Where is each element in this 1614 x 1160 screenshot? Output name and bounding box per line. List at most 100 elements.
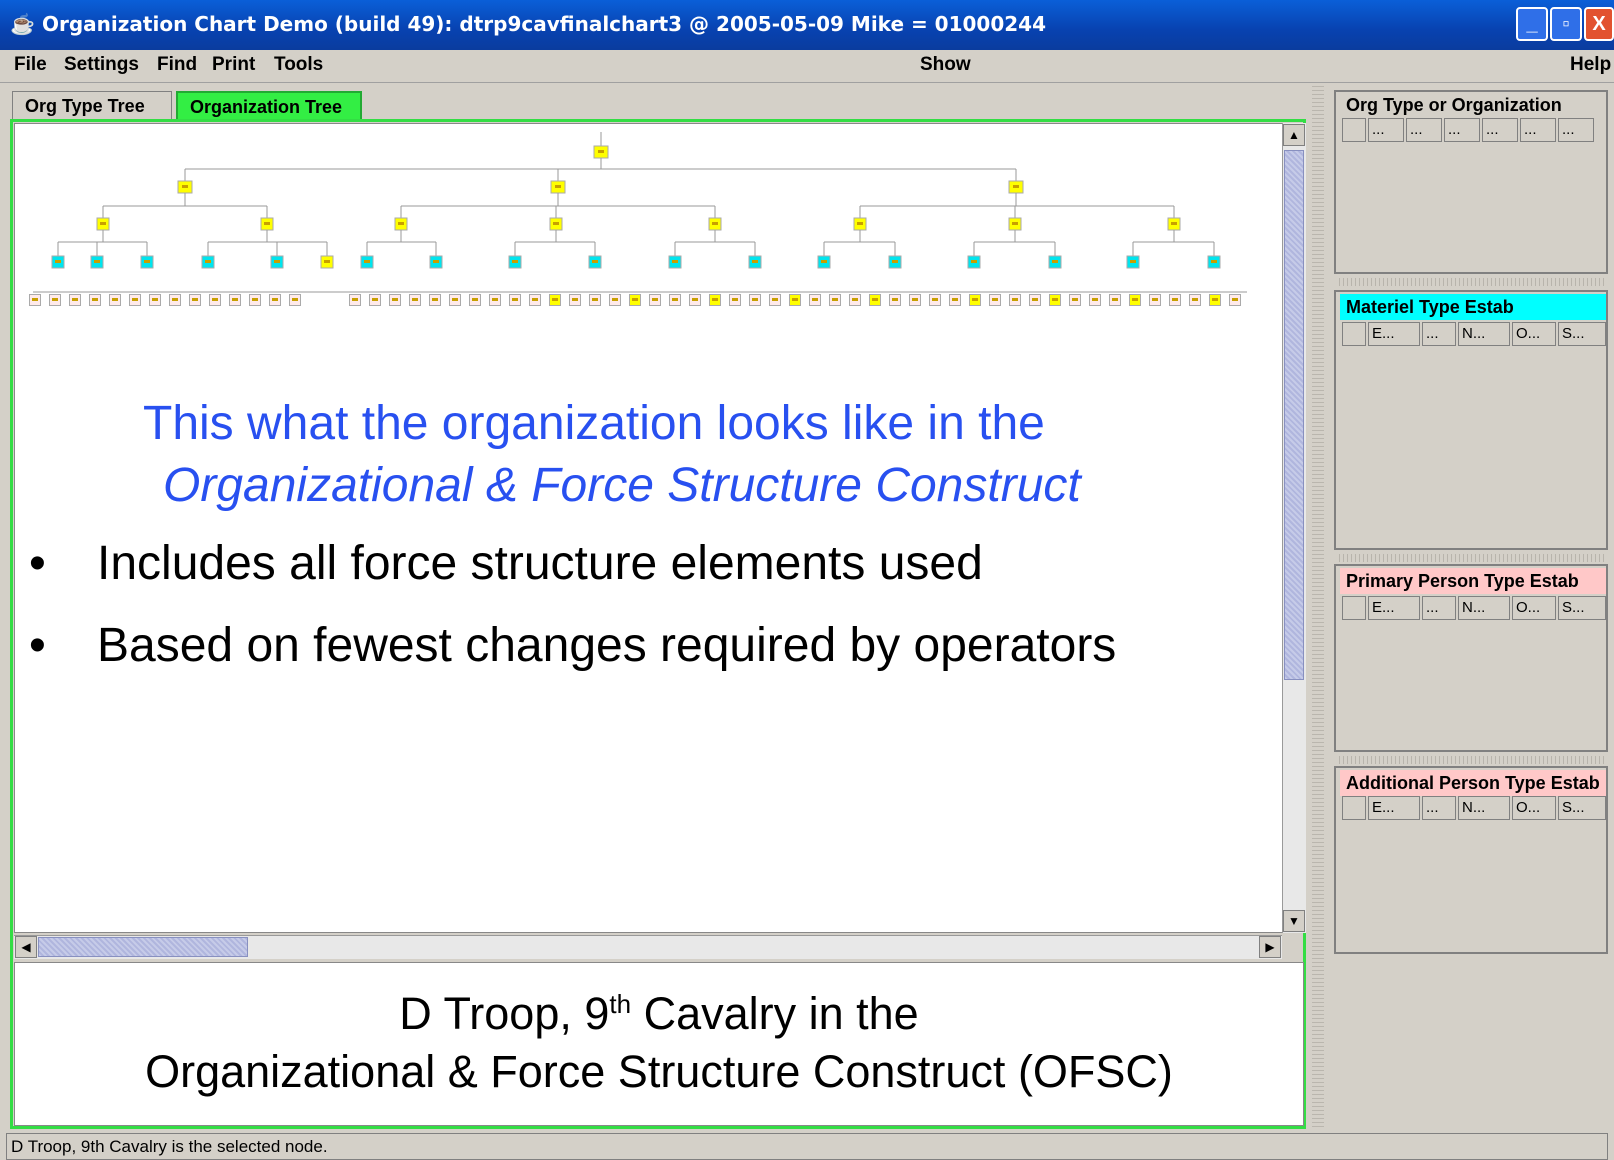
panel-title-additional-person-type-estab: Additional Person Type Estab [1340,770,1606,796]
org-tree-node-mark [264,222,270,225]
scroll-up-button[interactable]: ▲ [1283,124,1305,146]
org-tree-node-mark [832,298,838,301]
table-column-header[interactable]: ... [1368,118,1404,142]
org-tree-node-mark [1152,298,1158,301]
org-tree-node-mark [972,298,978,301]
table-column-header[interactable]: N... [1458,322,1510,346]
org-tree-node-mark [1052,260,1058,263]
table-column-header[interactable]: S... [1558,596,1606,620]
org-tree-node-mark [392,298,398,301]
menu-show[interactable]: Show [920,54,971,76]
org-tree-node-mark [553,222,559,225]
slide-heading-line1: This what the organization looks like in… [143,397,1045,450]
right-panel-splitter-3[interactable] [1336,756,1606,764]
org-tree-node-mark [1052,298,1058,301]
right-panel-splitter-1[interactable] [1336,278,1606,286]
table-column-header[interactable]: ... [1520,118,1556,142]
table-column-header[interactable] [1342,322,1366,346]
window-title-bar[interactable]: ☕ Organization Chart Demo (build 49): dt… [0,0,1614,50]
vertical-scroll-thumb[interactable] [1284,150,1304,680]
org-tree-node-mark [100,222,106,225]
org-tree-node-mark [72,298,78,301]
org-tree-node-mark [452,298,458,301]
minimize-button[interactable]: _ [1516,7,1548,41]
org-tree-node-mark [372,298,378,301]
org-tree-node-mark [324,260,330,263]
org-tree-node-mark [812,298,818,301]
org-tree-node-mark [492,298,498,301]
scroll-right-button[interactable]: ▶ [1259,936,1281,958]
menu-settings[interactable]: Settings [64,54,139,76]
split-pane-divider[interactable] [1312,84,1324,1130]
org-tree-node-mark [1212,298,1218,301]
right-panel-splitter-2[interactable] [1336,554,1606,562]
table-column-header[interactable]: ... [1422,322,1456,346]
menu-find[interactable]: Find [157,54,197,76]
org-tree-node-mark [352,298,358,301]
table-column-header[interactable]: N... [1458,596,1510,620]
menu-print[interactable]: Print [212,54,255,76]
table-column-header[interactable]: ... [1444,118,1480,142]
org-tree-node-mark [772,298,778,301]
org-tree-node-mark [132,298,138,301]
menu-help[interactable]: Help [1570,54,1611,76]
menu-tools[interactable]: Tools [274,54,323,76]
org-tree-node-mark [532,298,538,301]
org-tree-node-mark [1032,298,1038,301]
table-column-header[interactable]: ... [1422,796,1456,820]
table-column-header[interactable]: E... [1368,796,1420,820]
org-tree-node-mark [732,298,738,301]
org-tree-node-mark [1232,298,1238,301]
org-tree-node-mark [892,298,898,301]
table-column-header[interactable]: N... [1458,796,1510,820]
table-column-header[interactable]: ... [1406,118,1442,142]
org-tree-node-mark [632,298,638,301]
org-tree-node-mark [932,298,938,301]
org-chart-canvas[interactable]: This what the organization looks like in… [14,123,1286,933]
table-column-header[interactable] [1342,118,1366,142]
org-tree-node-mark [1211,260,1217,263]
table-column-header[interactable]: ... [1558,118,1594,142]
org-tree-node-mark [112,298,118,301]
tab-org-type-tree[interactable]: Org Type Tree [12,91,172,119]
org-tree-node-mark [1012,222,1018,225]
close-button[interactable]: X [1584,7,1614,41]
maximize-button[interactable]: ▫ [1550,7,1582,41]
org-tree-node-mark [52,298,58,301]
table-column-header[interactable]: O... [1512,596,1556,620]
org-tree-node-mark [552,298,558,301]
org-tree-node-mark [412,298,418,301]
org-tree-node-mark [555,185,561,188]
table-column-header[interactable]: E... [1368,596,1420,620]
table-column-header[interactable]: ... [1422,596,1456,620]
scroll-left-button[interactable]: ◀ [15,936,37,958]
table-column-header[interactable] [1342,796,1366,820]
org-tree-node-mark [752,298,758,301]
table-column-header[interactable] [1342,596,1366,620]
org-tree-node-mark [1012,298,1018,301]
table-column-header[interactable]: S... [1558,796,1606,820]
org-tree-node-mark [952,298,958,301]
org-tree-node-mark [1112,298,1118,301]
panel-title-materiel-type-estab: Materiel Type Estab [1340,294,1606,320]
table-column-header[interactable]: O... [1512,796,1556,820]
caption-line2: Organizational & Force Structure Constru… [145,1046,1173,1097]
tab-organization-tree[interactable]: Organization Tree [176,91,362,119]
org-tree-node-mark [712,298,718,301]
table-column-header[interactable]: S... [1558,322,1606,346]
table-column-header[interactable]: O... [1512,322,1556,346]
org-tree-node-mark [712,222,718,225]
table-column-header[interactable]: ... [1482,118,1518,142]
org-tree-node-mark [912,298,918,301]
org-tree-node-mark [872,298,878,301]
horizontal-scroll-thumb[interactable] [38,937,248,957]
org-tree-node-mark [1171,222,1177,225]
org-tree-node-mark [205,260,211,263]
table-column-header[interactable]: E... [1368,322,1420,346]
org-tree-node-mark [592,260,598,263]
menu-file[interactable]: File [14,54,47,76]
scroll-down-button[interactable]: ▼ [1283,910,1305,932]
org-tree-node-mark [472,298,478,301]
slide-heading-line2: Organizational & Force Structure Constru… [163,459,1081,512]
org-tree-node-mark [92,298,98,301]
